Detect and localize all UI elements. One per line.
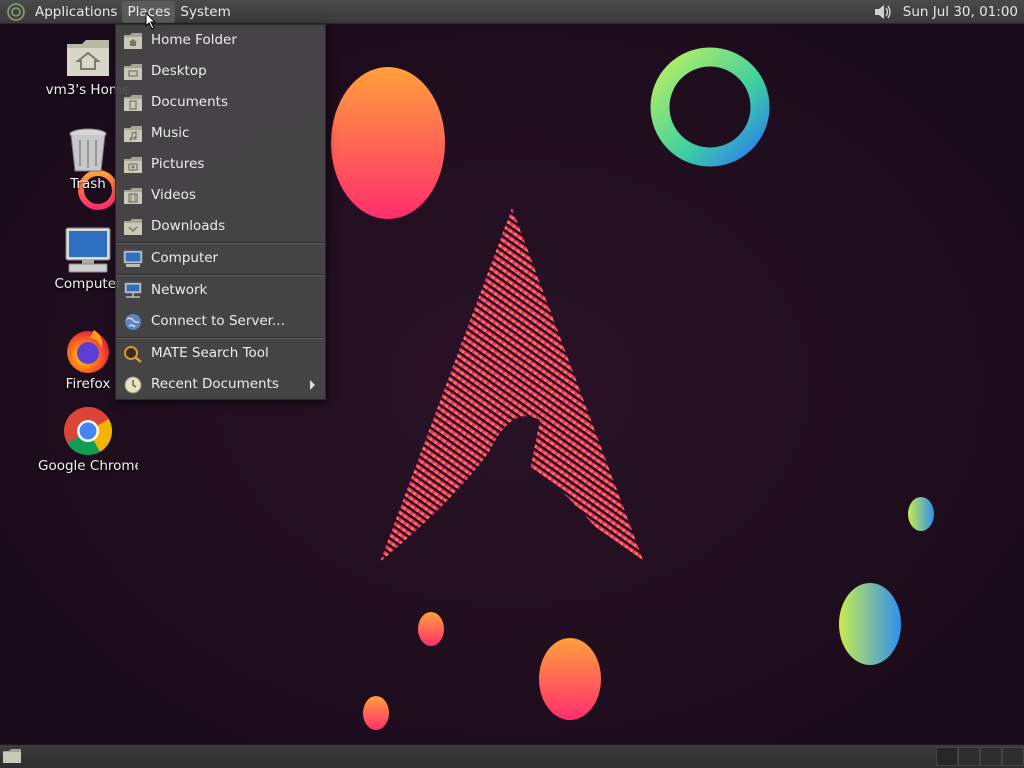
documents-folder-icon <box>124 95 142 111</box>
music-folder-icon <box>124 126 142 142</box>
system-menu[interactable]: System <box>175 1 235 23</box>
menu-item-videos[interactable]: Videos <box>116 181 325 211</box>
workspace-switcher-4[interactable] <box>1002 747 1024 766</box>
home-folder-icon <box>67 40 109 76</box>
show-desktop-icon[interactable] <box>2 748 22 764</box>
menu-item-computer[interactable]: Computer <box>116 244 325 274</box>
search-icon <box>124 346 142 363</box>
downloads-folder-icon <box>124 219 142 235</box>
applications-menu[interactable]: Applications <box>30 1 122 23</box>
mouse-cursor-icon <box>145 12 157 30</box>
mate-logo-icon[interactable] <box>6 2 26 22</box>
network-icon <box>124 282 142 298</box>
places-dropdown-menu: Home Folder Desktop Documents Music Pict… <box>115 24 326 400</box>
menu-item-home-folder[interactable]: Home Folder <box>116 26 325 56</box>
workspace-switcher-3[interactable] <box>980 747 1002 766</box>
menu-item-pictures[interactable]: Pictures <box>116 150 325 180</box>
firefox-icon <box>67 330 109 373</box>
menu-item-music[interactable]: Music <box>116 119 325 149</box>
menu-item-network[interactable]: Network <box>116 276 325 306</box>
workspace-switcher-1[interactable] <box>936 747 958 766</box>
menu-item-recent-documents[interactable]: Recent Documents <box>116 370 325 400</box>
videos-folder-icon <box>124 188 142 204</box>
desktop-icon-chrome[interactable]: Google Chrome <box>38 406 138 474</box>
speaker-icon[interactable] <box>873 3 893 21</box>
pictures-folder-icon <box>124 157 142 173</box>
clock-icon <box>124 376 142 394</box>
menu-item-mate-search-tool[interactable]: MATE Search Tool <box>116 339 325 369</box>
computer-icon <box>65 227 111 273</box>
menu-item-documents[interactable]: Documents <box>116 88 325 118</box>
trash-icon <box>69 128 107 172</box>
home-folder-icon <box>124 33 142 49</box>
globe-icon <box>125 314 141 330</box>
bottom-panel <box>0 744 1024 768</box>
desktop-folder-icon <box>124 64 142 80</box>
submenu-arrow-icon <box>310 380 315 390</box>
clock[interactable]: Sun Jul 30, 01:00 <box>903 4 1018 20</box>
chrome-icon <box>64 407 113 456</box>
menu-item-desktop[interactable]: Desktop <box>116 57 325 87</box>
menu-item-downloads[interactable]: Downloads <box>116 212 325 242</box>
computer-icon <box>123 250 143 267</box>
menu-item-connect-to-server[interactable]: Connect to Server... <box>116 307 325 337</box>
workspace-switcher-2[interactable] <box>958 747 980 766</box>
